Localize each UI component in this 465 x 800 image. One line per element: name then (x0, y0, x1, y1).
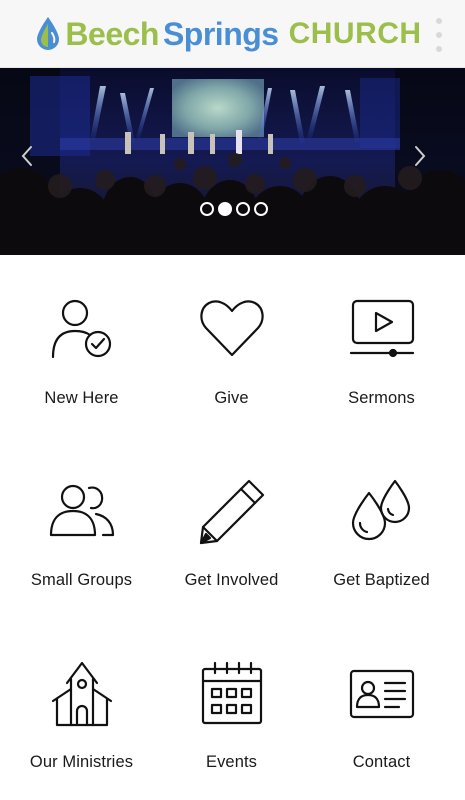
tile-our-ministries[interactable]: Our Ministries (4, 619, 159, 800)
hero-carousel[interactable] (0, 68, 465, 255)
more-vertical-icon[interactable] (433, 18, 445, 52)
pencil-icon (197, 477, 267, 547)
app-header: Beech Springs CHURCH (0, 0, 465, 68)
water-drop-logo-icon (37, 16, 60, 50)
contact-card-icon (347, 659, 417, 729)
tile-label: New Here (44, 389, 119, 407)
menu-dot (436, 46, 442, 52)
chevron-left-icon[interactable] (20, 144, 48, 180)
tile-label: Our Ministries (29, 753, 134, 771)
menu-dot (436, 32, 442, 38)
user-check-icon (47, 295, 117, 365)
church-building-icon (47, 659, 117, 729)
logo-text-beech: Beech (65, 15, 159, 52)
tile-events[interactable]: Events (154, 619, 309, 800)
tile-label: Sermons (348, 389, 415, 407)
tile-new-here[interactable]: New Here (4, 255, 159, 437)
tile-small-groups[interactable]: Small Groups (4, 437, 159, 619)
video-play-icon (347, 295, 417, 365)
heart-icon (197, 295, 267, 365)
calendar-icon (197, 659, 267, 729)
worship-stage-image (0, 68, 465, 255)
chevron-right-icon[interactable] (413, 144, 441, 180)
carousel-dot-active[interactable] (217, 202, 232, 216)
tile-label: Contact (352, 753, 411, 771)
tile-give[interactable]: Give (154, 255, 309, 437)
tile-get-baptized[interactable]: Get Baptized (304, 437, 459, 619)
menu-grid: New Here Give Sermons Small Groups Get I… (0, 255, 465, 800)
logo-text-church: CHURCH (288, 16, 422, 50)
menu-dot (436, 18, 442, 24)
tile-label: Get Involved (184, 571, 279, 589)
church-logo[interactable]: Beech Springs CHURCH (35, 16, 421, 52)
tile-label: Get Baptized (333, 571, 430, 589)
carousel-dot[interactable] (199, 202, 214, 216)
tile-label: Events (205, 753, 258, 771)
carousel-indicators (2, 202, 465, 216)
water-drops-icon (347, 477, 417, 547)
tile-contact[interactable]: Contact (304, 619, 459, 800)
tile-get-involved[interactable]: Get Involved (154, 437, 309, 619)
carousel-dot[interactable] (253, 202, 268, 216)
carousel-dot[interactable] (235, 202, 250, 216)
users-icon (47, 477, 117, 547)
tile-label: Small Groups (30, 571, 133, 589)
logo-text-springs: Springs (162, 15, 279, 52)
tile-sermons[interactable]: Sermons (304, 255, 459, 437)
tile-label: Give (214, 389, 249, 407)
